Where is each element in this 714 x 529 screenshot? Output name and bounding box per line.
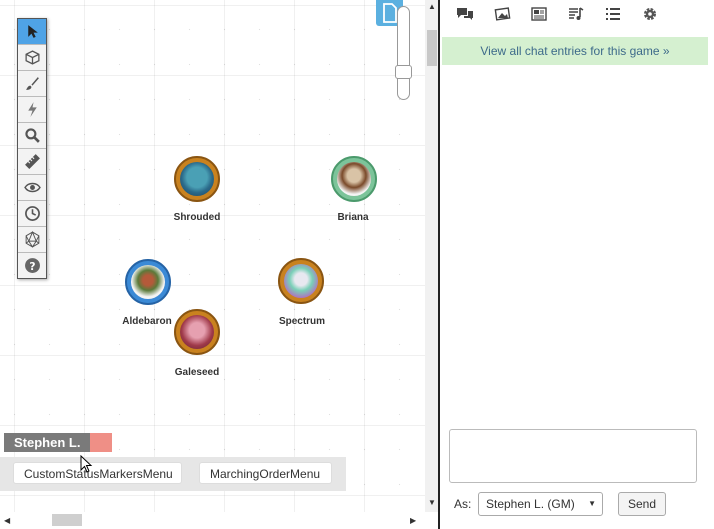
- cube-icon: [24, 50, 40, 65]
- tab-art-library[interactable]: [483, 0, 520, 28]
- zoom-slider[interactable]: [395, 6, 412, 100]
- tab-settings[interactable]: [631, 0, 668, 28]
- journal-icon: [530, 7, 547, 21]
- tab-jukebox[interactable]: [557, 0, 594, 28]
- dice-icon: [25, 231, 39, 248]
- speaking-as-select[interactable]: Stephen L. (GM) ▼: [478, 492, 603, 516]
- sidebar-tabs: [440, 0, 714, 30]
- tool-draw[interactable]: [18, 71, 46, 97]
- chat-input[interactable]: [449, 429, 697, 483]
- tool-turn-tracker[interactable]: [18, 201, 46, 227]
- sidebar-panel: View all chat entries for this game » As…: [440, 0, 714, 529]
- magnifier-icon: [24, 128, 40, 143]
- token-aldebaron[interactable]: [125, 259, 171, 305]
- mouse-cursor-icon: [80, 455, 93, 473]
- select-icon: [27, 25, 38, 38]
- token-label: Briana: [337, 212, 369, 223]
- player-nameplate[interactable]: Stephen L.: [4, 433, 113, 452]
- ruler-icon: [24, 154, 40, 169]
- token-label: Spectrum: [278, 316, 326, 327]
- chevron-down-icon: ▼: [588, 499, 596, 508]
- send-button[interactable]: Send: [618, 492, 666, 516]
- token-spectrum[interactable]: [278, 258, 324, 304]
- settings-icon: [643, 8, 656, 20]
- jukebox-icon: [568, 7, 583, 20]
- scroll-down-icon[interactable]: ▼: [428, 498, 436, 507]
- zoom-slider-handle[interactable]: [395, 65, 412, 79]
- art-icon: [494, 7, 510, 21]
- chat-archive-link[interactable]: View all chat entries for this game »: [442, 37, 708, 65]
- tab-collection[interactable]: [594, 0, 631, 28]
- tab-journal[interactable]: [520, 0, 557, 28]
- map-vertical-scrollbar[interactable]: ▲ ▼: [425, 0, 439, 512]
- brush-icon: [25, 77, 39, 90]
- lightning-icon: [27, 102, 37, 117]
- player-color-swatch: [90, 433, 113, 452]
- tool-shapes[interactable]: [18, 45, 46, 71]
- map-canvas[interactable]: Shrouded Briana Aldebaron Spectrum Gales…: [0, 0, 425, 512]
- player-name: Stephen L.: [4, 433, 91, 452]
- tab-chat[interactable]: [446, 0, 483, 28]
- token-label: Galeseed: [174, 367, 220, 378]
- tool-dice[interactable]: [18, 227, 46, 253]
- vertical-scrollbar-thumb[interactable]: [427, 30, 437, 66]
- macro-bar: CustomStatusMarkersMenu MarchingOrderMen…: [0, 457, 346, 491]
- tool-select[interactable]: [18, 19, 46, 45]
- macro-custom-status-markers-button[interactable]: CustomStatusMarkersMenu: [13, 462, 182, 484]
- collection-icon: [605, 8, 620, 20]
- horizontal-scrollbar-thumb[interactable]: [52, 514, 82, 526]
- tool-help[interactable]: ?: [18, 253, 46, 278]
- help-icon: ?: [24, 258, 40, 273]
- clock-icon: [24, 206, 40, 221]
- token-briana[interactable]: [331, 156, 377, 202]
- svg-text:?: ?: [29, 260, 35, 273]
- chat-log: [440, 68, 706, 423]
- token-shrouded[interactable]: [174, 156, 220, 202]
- tool-zoom[interactable]: [18, 123, 46, 149]
- speaking-as-value: Stephen L. (GM): [486, 497, 575, 511]
- tool-fog[interactable]: [18, 175, 46, 201]
- speaking-as-label: As:: [454, 497, 472, 511]
- chat-icon: [456, 8, 473, 20]
- scroll-left-icon[interactable]: ◀: [4, 516, 10, 525]
- macro-marching-order-button[interactable]: MarchingOrderMenu: [199, 462, 332, 484]
- eye-icon: [23, 182, 41, 193]
- toolbar: ?: [17, 18, 47, 279]
- scroll-right-icon[interactable]: ▶: [410, 516, 416, 525]
- map-horizontal-scrollbar[interactable]: ◀ ▶: [0, 512, 425, 529]
- token-label: Shrouded: [173, 212, 221, 223]
- tool-fx[interactable]: [18, 97, 46, 123]
- token-galeseed[interactable]: [174, 309, 220, 355]
- scroll-up-icon[interactable]: ▲: [428, 2, 436, 11]
- tool-ruler[interactable]: [18, 149, 46, 175]
